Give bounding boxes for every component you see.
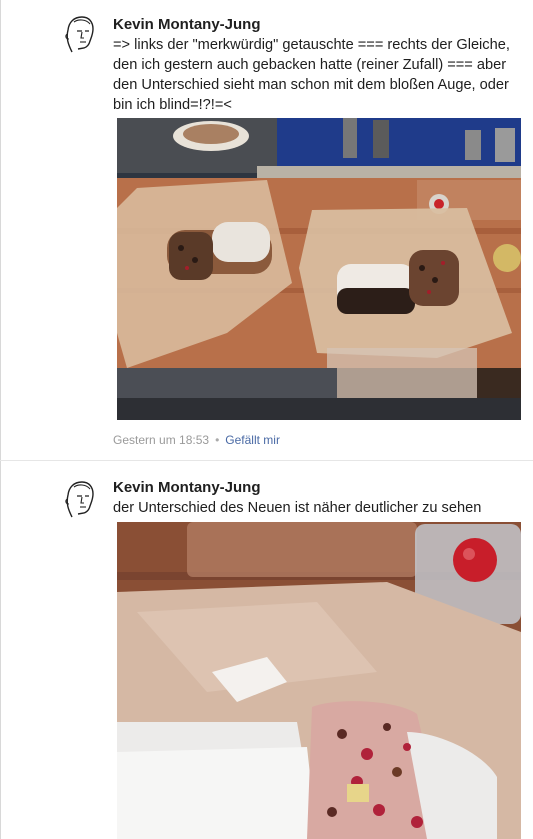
post-photo[interactable] (117, 118, 521, 420)
post-text: => links der "merkwürdig" getauschte ===… (113, 37, 510, 113)
post-author[interactable]: Kevin Montany-Jung (113, 479, 261, 496)
avatar[interactable] (60, 12, 98, 54)
post-text: der Unterschied des Neuen ist näher deut… (113, 500, 482, 516)
stollen-closeup-photo (117, 522, 521, 839)
avatar-sketch-face-icon (65, 481, 94, 518)
avatar-sketch-face-icon (65, 16, 94, 53)
post-timestamp: Gestern um 18:53 (113, 433, 210, 447)
post-photo[interactable] (117, 522, 521, 839)
post-author[interactable]: Kevin Montany-Jung (113, 16, 261, 33)
stollen-comparison-photo (117, 118, 521, 420)
post-meta: Gestern um 18:53 • Gefällt mir (113, 433, 280, 447)
meta-separator: • (215, 433, 220, 447)
feed-post: Kevin Montany-Jung der Unterschied des N… (0, 460, 533, 839)
avatar[interactable] (60, 477, 98, 519)
feed-post: Kevin Montany-Jung => links der "merkwür… (0, 0, 533, 460)
like-link[interactable]: Gefällt mir (225, 433, 280, 447)
